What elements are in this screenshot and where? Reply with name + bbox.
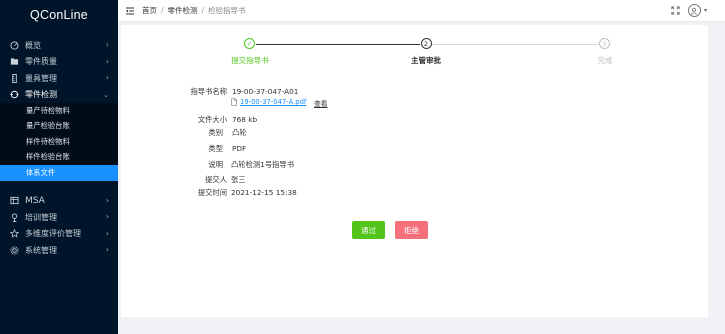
gauge-icon [9, 73, 19, 83]
field-label: 类别 [208, 128, 223, 137]
field-label: 说明 [208, 160, 223, 169]
breadcrumb-separator: / [201, 6, 205, 15]
view-file-link[interactable]: 查看 [314, 98, 328, 108]
chevron-right-icon: › [105, 228, 109, 238]
menu-fold-icon[interactable] [125, 6, 135, 16]
dashboard-icon [9, 40, 19, 50]
field-label: 提交人 [205, 175, 227, 184]
field-label: 指导书名称 [190, 87, 227, 96]
main-panel: ✓ 2 3 提交指导书 主管审批 完成 指导书名称 19-00-37-047-A… [121, 25, 708, 317]
sidebar-item-mass-pending[interactable]: 量产待检物料 [0, 103, 118, 119]
sidebar-item-part-inspection[interactable]: 零件检测 ⌄ [0, 87, 118, 104]
chevron-right-icon: › [105, 245, 109, 254]
header-actions: ▾ [671, 4, 707, 17]
step-1-check-icon: ✓ [244, 38, 255, 49]
field-label: 提交时间 [197, 188, 227, 197]
sidebar-item-label: 零件质量 [25, 57, 57, 67]
caret-down-icon[interactable]: ▾ [704, 7, 707, 14]
reject-button[interactable]: 拒绝 [395, 221, 428, 239]
top-header: 首页 / 零件检测 / 检验指导书 ▾ [118, 0, 725, 22]
sidebar-item-label: 量具管理 [25, 73, 57, 83]
submenu-part-inspection: 量产待检物料 量产检验台账 样件待检物料 样件检验台账 体系文件 [0, 103, 118, 181]
avatar[interactable] [687, 4, 701, 17]
step-3-label: 完成 [597, 56, 613, 65]
field-label: 文件大小 [197, 115, 227, 124]
sidebar-item-training[interactable]: 培训管理 › [0, 209, 118, 226]
sidebar-item-label: 培训管理 [25, 212, 57, 222]
folder-icon [9, 57, 19, 67]
chevron-right-icon: › [105, 195, 109, 205]
field-label: 类型 [208, 144, 223, 153]
sidebar-item-evaluation[interactable]: 多维度评价管理 › [0, 226, 118, 243]
step-connector [432, 43, 599, 45]
sidebar-item-msa[interactable]: MSA › [0, 193, 118, 210]
sidebar-item-mass-ledger[interactable]: 量产检验台账 [0, 119, 118, 135]
chevron-right-icon: › [105, 56, 109, 66]
fullscreen-icon[interactable] [671, 6, 680, 15]
step-1-label: 提交指导书 [231, 56, 269, 65]
approve-button[interactable]: 通过 [352, 221, 385, 239]
sidebar-item-part-quality[interactable]: 零件质量 › [0, 54, 118, 71]
breadcrumb-home[interactable]: 首页 [142, 5, 157, 16]
detail-row-submitter: 提交人 张三 [121, 175, 708, 185]
sidebar-item-label: 概览 [25, 40, 41, 50]
sidebar-item-label: 多维度评价管理 [25, 229, 81, 239]
sidebar-item-system-documents[interactable]: 体系文件 [0, 165, 118, 181]
sidebar-item-label: 系统管理 [25, 245, 57, 255]
sidebar-item-label: 零件检测 [25, 90, 57, 100]
field-value: 凸轮检测1号指导书 [231, 160, 295, 169]
sidebar-menu: 概览 › 零件质量 › 量具管理 › 零件检测 ⌄ 量产待检物料 量产检验台账 … [0, 37, 118, 259]
settings-icon [9, 245, 19, 255]
app-logo: QConLine [30, 8, 88, 22]
file-attachment: 19-00-37-047-A.pdf [231, 98, 306, 106]
field-value: 768 kb [232, 115, 258, 124]
breadcrumb-separator: / [161, 6, 164, 15]
inspection-icon [9, 90, 19, 100]
sidebar-item-gauge-management[interactable]: 量具管理 › [0, 70, 118, 87]
sidebar: QConLine 概览 › 零件质量 › 量具管理 › 零件检测 ⌄ 量产待检物… [0, 0, 118, 334]
approval-steps: ✓ 2 3 提交指导书 主管审批 完成 [121, 38, 708, 78]
sidebar-item-sample-pending[interactable]: 样件待检物料 [0, 134, 118, 150]
field-value: 2021-12-15 15:38 [231, 188, 297, 197]
file-icon [231, 98, 237, 106]
chevron-right-icon: › [105, 40, 109, 49]
field-value: 凸轮 [232, 128, 247, 137]
table-icon [9, 196, 19, 206]
file-link[interactable]: 19-00-37-047-A.pdf [240, 98, 306, 106]
detail-row-file: 19-00-37-047-A.pdf 查看 [121, 98, 708, 108]
step-2-number: 2 [420, 38, 432, 49]
field-value: 19-00-37-047-A01 [232, 87, 299, 96]
detail-row-description: 说明 凸轮检测1号指导书 [121, 160, 708, 170]
training-icon [9, 212, 19, 222]
sidebar-item-sample-ledger[interactable]: 样件检验台账 [0, 150, 118, 166]
field-value: PDF [232, 144, 247, 153]
breadcrumb-part-inspection[interactable]: 零件检测 [168, 5, 198, 16]
field-value: 张三 [231, 175, 246, 184]
star-icon [9, 229, 19, 239]
step-3-number: 3 [599, 38, 610, 49]
step-connector [256, 43, 420, 45]
detail-row-submit-time: 提交时间 2021-12-15 15:38 [121, 188, 708, 198]
sidebar-item-system-management[interactable]: 系统管理 › [0, 242, 118, 259]
detail-row-size: 文件大小 768 kb [121, 115, 708, 125]
breadcrumb-current: 检验指导书 [208, 6, 246, 15]
breadcrumb: 首页 / 零件检测 / 检验指导书 [142, 5, 246, 16]
step-2-label: 主管审批 [411, 56, 441, 65]
detail-row-category: 类别 凸轮 [121, 128, 708, 138]
chevron-right-icon: › [105, 73, 109, 82]
sidebar-item-label: MSA [25, 195, 45, 206]
chevron-right-icon: › [105, 212, 109, 221]
sidebar-item-overview[interactable]: 概览 › [0, 37, 118, 54]
detail-row-name: 指导书名称 19-00-37-047-A01 [121, 87, 708, 97]
detail-row-type: 类型 PDF [121, 144, 708, 154]
chevron-down-icon: ⌄ [103, 90, 109, 99]
